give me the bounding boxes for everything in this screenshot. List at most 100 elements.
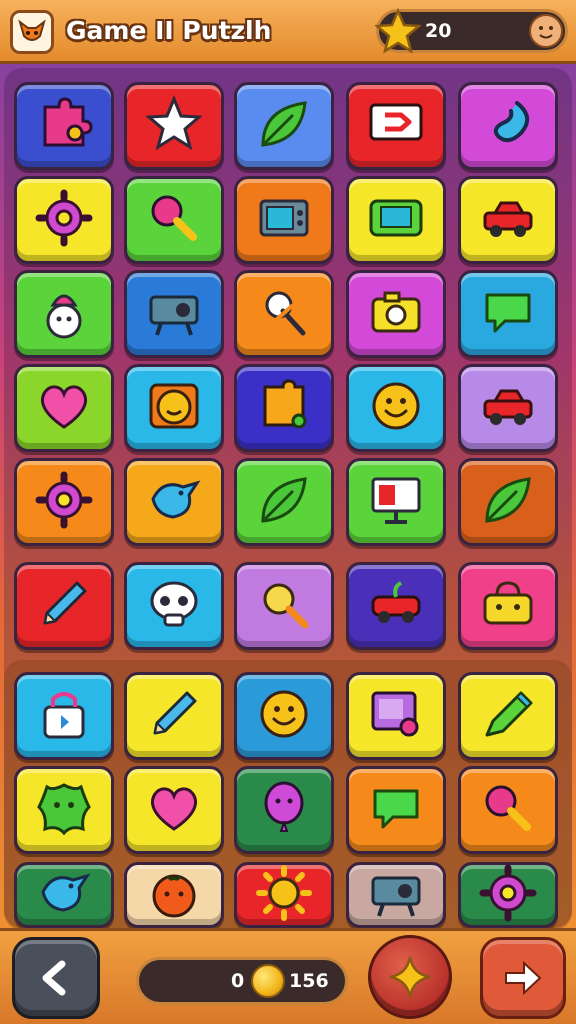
marker-icon	[477, 683, 539, 749]
photo-icon	[365, 683, 427, 749]
tile-tv[interactable]	[234, 176, 334, 264]
tile-leaf[interactable]	[458, 458, 558, 546]
fox-logo-icon	[10, 10, 54, 54]
heart-icon	[143, 777, 205, 843]
tile-heart[interactable]	[14, 364, 114, 452]
coin-count-right: 156	[289, 970, 329, 992]
tile-chat-bubble[interactable]	[346, 766, 446, 854]
tile-bird[interactable]	[14, 862, 114, 928]
tile-projector[interactable]	[124, 270, 224, 358]
rattle-icon	[143, 187, 205, 253]
tile-puzzle-piece[interactable]	[234, 364, 334, 452]
tile-projector[interactable]	[346, 862, 446, 928]
avatar[interactable]	[529, 14, 563, 48]
bag-icon	[477, 573, 539, 639]
tile-gear[interactable]	[14, 458, 114, 546]
tile-game-console[interactable]	[346, 176, 446, 264]
tile-monitor[interactable]	[346, 458, 446, 546]
gear-icon	[33, 469, 95, 535]
tile-chat-bubble[interactable]	[458, 270, 558, 358]
sun-icon	[253, 862, 315, 928]
monitor-icon	[365, 469, 427, 535]
tile-blob[interactable]	[14, 766, 114, 854]
tile-gear[interactable]	[458, 862, 558, 928]
tile-satellite[interactable]	[234, 270, 334, 358]
pencil-icon	[33, 573, 95, 639]
coin-counter: 0 156	[136, 957, 348, 1005]
tile-balloon[interactable]	[234, 766, 334, 854]
pencil-icon	[143, 683, 205, 749]
swirl-icon	[477, 93, 539, 159]
game-console-icon	[365, 187, 427, 253]
back-button[interactable]	[12, 937, 100, 1019]
tile-heart[interactable]	[124, 766, 224, 854]
smiley-icon	[253, 683, 315, 749]
tile-marker[interactable]	[458, 672, 558, 760]
tile-camera[interactable]	[346, 270, 446, 358]
chevron-left-icon	[42, 960, 66, 996]
next-button[interactable]	[480, 937, 566, 1019]
play-button-icon	[365, 93, 427, 159]
rattle-icon	[477, 777, 539, 843]
tile-lock[interactable]	[14, 672, 114, 760]
chat-bubble-icon	[477, 281, 539, 347]
star-button[interactable]	[368, 935, 452, 1019]
tile-gear[interactable]	[14, 176, 114, 264]
tile-car[interactable]	[458, 176, 558, 264]
tile-skull[interactable]	[124, 562, 224, 650]
tv-icon	[253, 187, 315, 253]
projector-icon	[143, 281, 205, 347]
puzzle-icon	[33, 93, 95, 159]
sparkle-icon	[389, 956, 431, 998]
cat-face-icon	[143, 375, 205, 441]
gear-icon	[33, 187, 95, 253]
magnifier-icon	[253, 573, 315, 639]
game-title: Game II Putzlh	[66, 16, 272, 45]
tile-pencil[interactable]	[14, 562, 114, 650]
tile-tomato[interactable]	[124, 862, 224, 928]
tile-leaf[interactable]	[234, 82, 334, 170]
skull-icon	[143, 573, 205, 639]
projector-icon	[365, 862, 427, 928]
tile-rattle[interactable]	[458, 766, 558, 854]
tile-photo[interactable]	[346, 672, 446, 760]
leaf-icon	[253, 93, 315, 159]
tile-car[interactable]	[458, 364, 558, 452]
coin-count-left: 0	[231, 970, 245, 992]
apple-car-icon	[365, 573, 427, 639]
tile-bird[interactable]	[124, 458, 224, 546]
tile-puzzle[interactable]	[14, 82, 114, 170]
balloon-icon	[253, 777, 315, 843]
blob-icon	[33, 777, 95, 843]
top-bar: Game II Putzlh 20	[0, 0, 576, 64]
score-value: 20	[425, 20, 452, 42]
tile-rattle[interactable]	[124, 176, 224, 264]
tile-star[interactable]	[124, 82, 224, 170]
tile-swirl[interactable]	[458, 82, 558, 170]
tile-cat-face[interactable]	[124, 364, 224, 452]
star-icon	[373, 7, 423, 54]
bird-icon	[143, 469, 205, 535]
chat-bubble-icon	[365, 777, 427, 843]
gear-icon	[477, 862, 539, 928]
tile-smiley[interactable]	[234, 672, 334, 760]
tile-sun[interactable]	[234, 862, 334, 928]
tile-apple-car[interactable]	[346, 562, 446, 650]
camera-icon	[365, 281, 427, 347]
tile-snowman[interactable]	[14, 270, 114, 358]
tile-bag[interactable]	[458, 562, 558, 650]
score-counter: 20	[373, 7, 568, 54]
car-icon	[477, 375, 539, 441]
tile-pencil[interactable]	[124, 672, 224, 760]
tile-leaf[interactable]	[234, 458, 334, 546]
tile-play-button[interactable]	[346, 82, 446, 170]
puzzle-piece-icon	[253, 375, 315, 441]
tomato-icon	[143, 862, 205, 928]
bottom-bar: 0 156	[0, 928, 576, 1024]
leaf-icon	[477, 469, 539, 535]
tile-magnifier[interactable]	[234, 562, 334, 650]
coin-icon	[251, 964, 285, 998]
lock-icon	[33, 683, 95, 749]
smiley-icon	[365, 375, 427, 441]
tile-smiley[interactable]	[346, 364, 446, 452]
